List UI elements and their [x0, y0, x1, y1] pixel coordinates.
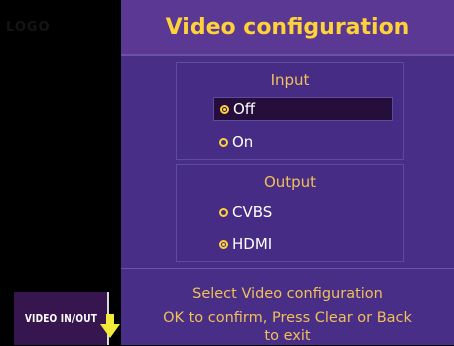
output-option-cvbs-label: CVBS — [232, 203, 273, 221]
input-option-on-label: On — [232, 133, 254, 151]
sidebar-logo: LOGO — [6, 20, 51, 35]
input-option-off-label: Off — [233, 100, 256, 118]
page-title: Video configuration — [121, 0, 454, 56]
radio-selected-icon — [220, 104, 229, 114]
input-group: Input Off On — [176, 62, 404, 160]
output-option-hdmi[interactable]: HDMI — [213, 233, 272, 255]
help-text: Select Video configuration OK to confirm… — [121, 268, 454, 346]
sidebar: LOGO VIDEO IN/OUT — [0, 0, 121, 345]
help-line-2: OK to confirm, Press Clear or Back — [163, 310, 412, 326]
radio-unselected-icon — [219, 207, 228, 217]
radio-selected-icon — [219, 239, 228, 249]
output-option-cvbs[interactable]: CVBS — [213, 201, 272, 223]
radio-unselected-icon — [219, 137, 228, 147]
help-line-3: to exit — [264, 328, 311, 344]
video-configuration-panel: Video configuration Input Off On Output … — [121, 0, 454, 345]
input-option-off[interactable]: Off — [213, 97, 393, 121]
input-option-on[interactable]: On — [213, 131, 253, 153]
help-line-1: Select Video configuration — [192, 286, 383, 302]
input-group-title: Input — [270, 71, 310, 89]
output-option-hdmi-label: HDMI — [232, 235, 273, 253]
output-group: Output CVBS HDMI — [176, 164, 404, 262]
sidebar-tab-video-in-out[interactable]: VIDEO IN/OUT — [14, 292, 107, 345]
output-group-title: Output — [263, 173, 317, 191]
down-arrow-icon-head — [100, 324, 120, 338]
sidebar-tab-label: VIDEO IN/OUT — [24, 312, 97, 325]
